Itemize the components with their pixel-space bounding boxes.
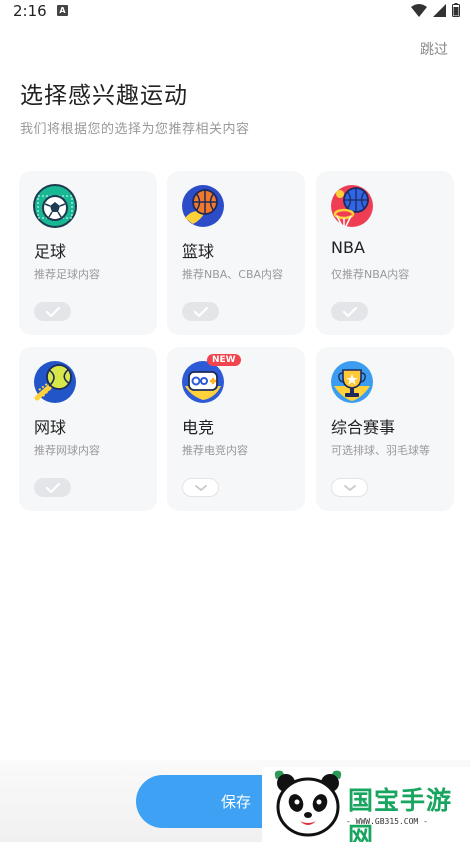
chevron-down-icon (343, 484, 356, 491)
card-description: 推荐NBA、CBA内容 (182, 268, 284, 281)
card-description: 推荐电竞内容 (182, 444, 248, 457)
page-subtitle: 我们将根据您的选择为您推荐相关内容 (20, 122, 250, 137)
sport-card-general[interactable]: 综合赛事 可选排球、羽毛球等 (316, 347, 454, 511)
sport-card-esports[interactable]: NEW 电竞 推荐电竞内容 (167, 347, 305, 511)
selected-checkbox[interactable] (331, 302, 368, 321)
unselected-checkbox[interactable] (182, 478, 219, 497)
sport-card-soccer[interactable]: 足球 推荐足球内容 (19, 171, 157, 335)
check-icon (45, 482, 60, 493)
card-title: 足球 (34, 242, 67, 261)
status-time: 2:16 (13, 2, 47, 20)
check-icon (193, 306, 208, 317)
basketball-icon (182, 185, 224, 227)
soccer-icon (33, 184, 77, 228)
page-title: 选择感兴趣运动 (20, 83, 188, 109)
watermark: 国宝手游网 - WWW.GB315.COM - (262, 767, 470, 842)
card-title: 网球 (34, 418, 67, 437)
sport-card-tennis[interactable]: 网球 推荐网球内容 (19, 347, 157, 511)
esports-icon (182, 361, 224, 403)
tennis-icon (34, 361, 76, 403)
signal-icon (433, 3, 446, 17)
card-description: 可选排球、羽毛球等 (331, 444, 430, 457)
card-description: 推荐网球内容 (34, 444, 100, 457)
card-title: 篮球 (182, 242, 215, 261)
watermark-url: - WWW.GB315.COM - (346, 817, 428, 826)
unselected-checkbox[interactable] (331, 478, 368, 497)
notification-icon: A (57, 5, 68, 16)
card-title: 综合赛事 (331, 418, 396, 437)
selected-checkbox[interactable] (34, 302, 71, 321)
selected-checkbox[interactable] (34, 478, 71, 497)
status-bar: 2:16 A (0, 0, 470, 24)
card-description: 仅推荐NBA内容 (331, 268, 410, 281)
new-badge: NEW (207, 354, 241, 366)
save-button-label: 保存 (220, 793, 251, 811)
watermark-brand: 国宝手游网 (348, 786, 453, 842)
card-title: NBA (331, 238, 365, 257)
skip-button[interactable]: 跳过 (420, 39, 448, 59)
wifi-icon (411, 3, 427, 17)
panda-logo-icon (274, 770, 342, 837)
trophy-icon (331, 361, 373, 403)
card-description: 推荐足球内容 (34, 268, 100, 281)
battery-icon (452, 3, 460, 17)
sport-card-basketball[interactable]: 篮球 推荐NBA、CBA内容 (167, 171, 305, 335)
card-title: 电竞 (182, 418, 215, 437)
status-icons (411, 3, 460, 17)
nba-icon (331, 185, 373, 227)
check-icon (342, 306, 357, 317)
sport-card-nba[interactable]: NBA 仅推荐NBA内容 (316, 171, 454, 335)
chevron-down-icon (194, 484, 207, 491)
selected-checkbox[interactable] (182, 302, 219, 321)
check-icon (45, 306, 60, 317)
